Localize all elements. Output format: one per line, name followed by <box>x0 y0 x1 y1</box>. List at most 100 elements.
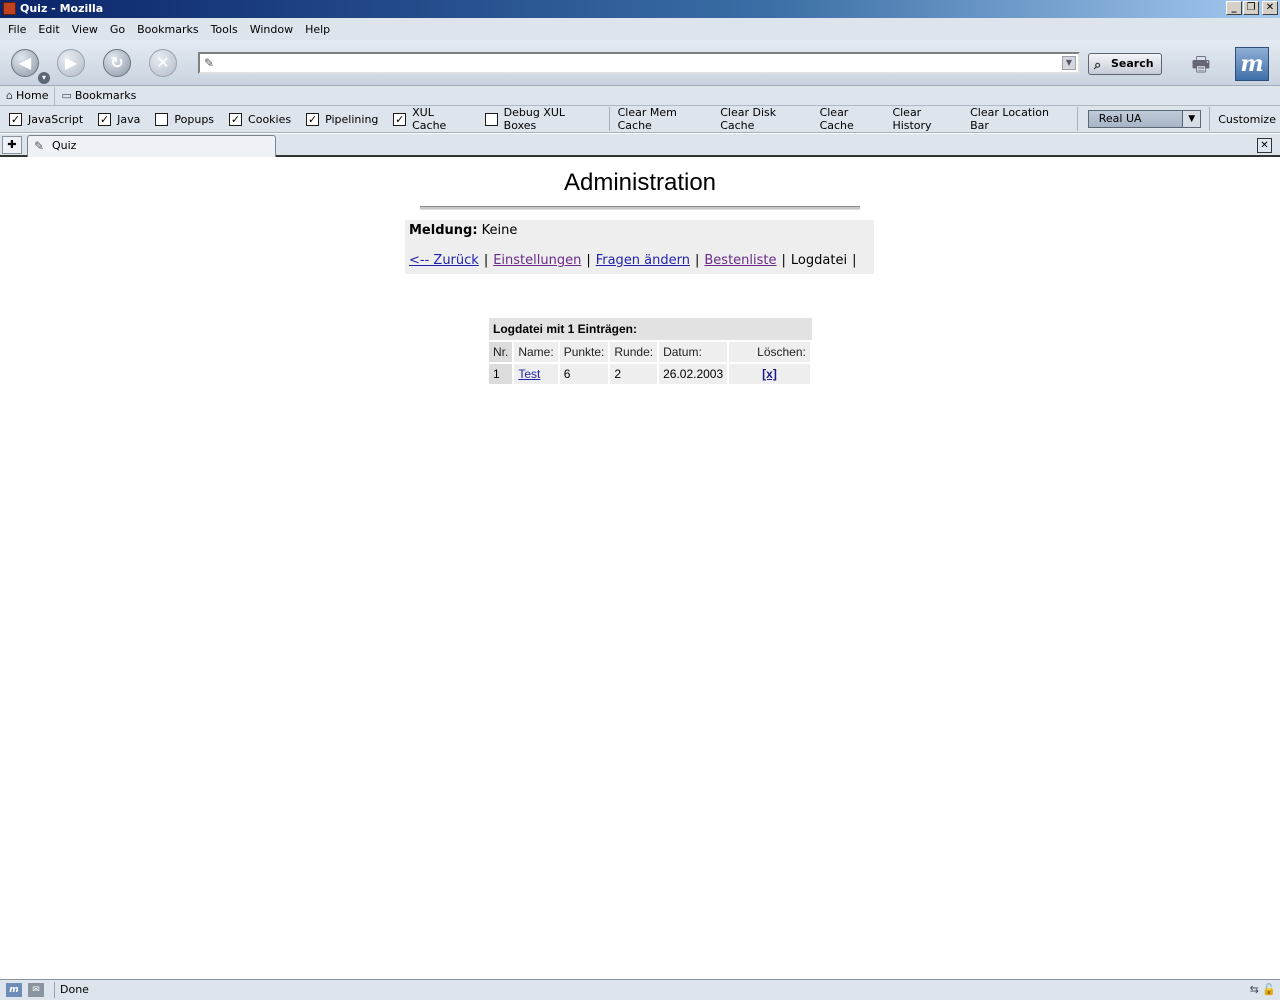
user-agent-value: Real UA <box>1098 112 1142 125</box>
customize-button[interactable]: Customize <box>1214 113 1280 126</box>
folder-icon: ▭ <box>61 89 72 102</box>
menu-window[interactable]: Window <box>244 23 299 36</box>
logfile-table: Logdatei mit 1 Einträgen: Nr. Name: Punk… <box>489 316 812 386</box>
menu-file[interactable]: File <box>2 23 32 36</box>
checkbox-label: Debug XUL Boxes <box>503 106 566 132</box>
row-name-link[interactable]: Test <box>518 367 540 381</box>
stop-button[interactable]: ✕ <box>149 49 177 77</box>
checkbox-label: Cookies <box>248 112 292 126</box>
checkbox-debug-xul-boxes[interactable]: Debug XUL Boxes <box>484 106 599 132</box>
page-proxy-icon: ✎ <box>204 56 215 70</box>
checkbox-cookies[interactable]: ✓ Cookies <box>229 112 292 126</box>
search-button-label: Search <box>1111 57 1154 70</box>
column-header-round: Runde: <box>610 342 660 362</box>
checkbox-popups[interactable]: Popups <box>155 112 214 126</box>
settings-link[interactable]: Einstellungen <box>493 253 581 268</box>
table-caption-row: Logdatei mit 1 Einträgen: <box>489 318 812 340</box>
clear-location-bar-button[interactable]: Clear Location Bar <box>966 106 1073 132</box>
checkbox-pipelining[interactable]: ✓ Pipelining <box>306 112 379 126</box>
menu-go[interactable]: Go <box>104 23 131 36</box>
back-arrow-icon: ◀ <box>18 53 32 72</box>
search-button[interactable]: ⌕ Search <box>1088 53 1162 75</box>
clear-mem-cache-button[interactable]: Clear Mem Cache <box>614 106 717 132</box>
row-name-cell: Test <box>514 364 560 384</box>
page-icon: ✎ <box>34 139 45 153</box>
clear-disk-cache-button[interactable]: Clear Disk Cache <box>716 106 815 132</box>
back-button[interactable]: ◀ <box>11 49 39 77</box>
navigation-toolbar: ◀ ▾ ▶ ↻ ✕ ✎ ▼ ⌕ Search 🖶 <box>0 40 1280 86</box>
horizontal-rule <box>420 206 860 210</box>
checkbox-label: Java <box>117 112 141 126</box>
menu-edit[interactable]: Edit <box>32 23 65 36</box>
clear-cache-button[interactable]: Clear Cache <box>816 106 889 132</box>
message-box: Meldung: Keine <-- Zurück | Einstellungen |… <box>405 220 874 274</box>
reload-button[interactable]: ↻ <box>103 49 131 77</box>
column-header-name: Name: <box>514 342 560 362</box>
checkbox-box: ✓ <box>9 112 22 126</box>
row-delete-cell: [x] <box>729 364 812 384</box>
mail-icon[interactable]: ✉ <box>28 983 44 997</box>
tab-title: Quiz <box>52 139 77 152</box>
mozilla-component-icon[interactable]: m <box>6 983 22 997</box>
status-bar: m ✉ Done ⇆ 🔓 <box>0 979 1280 1000</box>
personal-toolbar: ⌂ Home ▭ Bookmarks <box>0 86 1280 106</box>
mozilla-throbber-logo[interactable]: m <box>1235 47 1269 81</box>
link-divider: | <box>781 253 786 268</box>
column-header-date: Datum: <box>659 342 730 362</box>
menu-bookmarks[interactable]: Bookmarks <box>131 23 204 36</box>
edit-questions-link[interactable]: Fragen ändern <box>596 253 690 268</box>
maximize-button[interactable]: ❐ <box>1243 1 1259 15</box>
admin-nav-links: <-- Zurück | Einstellungen | Fragen ändern | B… <box>409 253 870 268</box>
menu-help[interactable]: Help <box>299 23 336 36</box>
chevron-down-icon: ▼ <box>1182 111 1201 127</box>
window-controls: _ ❐ ✕ <box>1226 1 1278 15</box>
checkbox-javascript[interactable]: ✓ JavaScript <box>9 112 83 126</box>
new-tab-icon[interactable]: ✚ <box>2 136 22 154</box>
delete-entry-link[interactable]: [x] <box>762 367 777 381</box>
home-button[interactable]: ⌂ Home <box>0 86 56 105</box>
menu-view[interactable]: View <box>66 23 104 36</box>
link-divider: | <box>852 253 857 268</box>
checkbox-label: XUL Cache <box>412 106 447 132</box>
clear-history-button[interactable]: Clear History <box>888 106 966 132</box>
toolbar-separator <box>1209 107 1211 131</box>
link-divider: | <box>695 253 700 268</box>
url-dropdown-icon[interactable]: ▼ <box>1062 56 1076 70</box>
status-separator <box>54 982 55 998</box>
search-icon: ⌕ <box>1094 58 1102 73</box>
user-agent-select[interactable]: Real UA ▼ <box>1087 110 1202 128</box>
home-icon: ⌂ <box>6 89 13 102</box>
logfile-current: Logdatei <box>790 253 848 268</box>
close-window-button[interactable]: ✕ <box>1262 1 1278 15</box>
tab-quiz[interactable]: ✎ Quiz <box>27 135 276 157</box>
home-label: Home <box>15 89 49 102</box>
prefbar-toolbar: ✓ JavaScript ✓ Java Popups ✓ Cookies ✓ Pipel… <box>0 106 1280 133</box>
reload-icon: ↻ <box>110 53 124 72</box>
menu-bar: File Edit View Go Bookmarks Tools Window… <box>0 18 1280 40</box>
checkbox-xul-cache[interactable]: ✓ XUL Cache <box>393 106 470 132</box>
message-value: Keine <box>481 223 518 238</box>
forward-button[interactable]: ▶ <box>57 49 85 77</box>
leaderboard-link[interactable]: Bestenliste <box>704 253 776 268</box>
menu-tools[interactable]: Tools <box>205 23 244 36</box>
url-input[interactable] <box>220 55 1055 71</box>
message-label: Meldung: <box>409 223 478 238</box>
page-content: Administration Meldung: Keine <-- Zurück… <box>0 159 1280 979</box>
bookmarks-label: Bookmarks <box>74 89 137 102</box>
minimize-button[interactable]: _ <box>1226 1 1242 15</box>
row-round: 2 <box>610 364 660 384</box>
window-title: Quiz - Mozilla <box>20 2 104 15</box>
close-tab-icon[interactable]: ✕ <box>1257 138 1272 153</box>
table-caption: Logdatei mit 1 Einträgen: <box>489 318 812 340</box>
window-titlebar: Quiz - Mozilla _ ❐ ✕ <box>0 0 1280 18</box>
toolbar-separator <box>608 107 610 131</box>
back-history-dropdown-icon[interactable]: ▾ <box>38 72 50 84</box>
bookmarks-button[interactable]: ▭ Bookmarks <box>55 87 142 105</box>
tab-bar: ✚ ✎ Quiz ✕ <box>0 134 1280 157</box>
row-nr: 1 <box>489 364 515 384</box>
back-link[interactable]: <-- Zurück <box>409 253 479 268</box>
checkbox-box: ✓ <box>393 112 407 126</box>
checkbox-java[interactable]: ✓ Java <box>98 112 141 126</box>
checkbox-label: Pipelining <box>325 112 379 126</box>
print-icon[interactable]: 🖶 <box>1186 50 1216 76</box>
